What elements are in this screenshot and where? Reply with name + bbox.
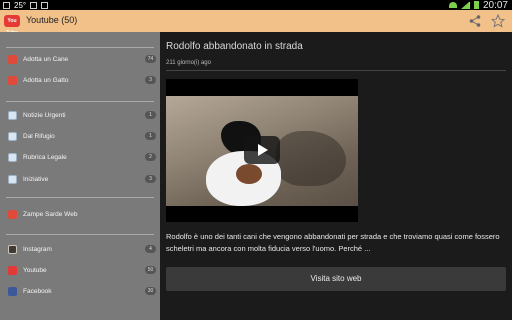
play-button[interactable] — [244, 136, 280, 164]
sidebar-item-label: Iniziative — [23, 175, 49, 183]
document-icon — [8, 174, 17, 184]
weather-icon — [30, 1, 38, 9]
document-icon — [8, 152, 17, 162]
sidebar-item-label: Rubrica Legale — [23, 153, 67, 161]
sidebar-item-facebook[interactable]: Facebook 30 — [6, 284, 156, 298]
post-detail: Rodolfo abbandonato in strada 211 giorno… — [160, 32, 512, 320]
count-badge: 1 — [145, 111, 156, 119]
count-badge: 1 — [145, 132, 156, 140]
sidebar-divider — [6, 101, 154, 102]
sidebar-item-adotta-cane[interactable]: Adotta un Cane 74 — [6, 52, 156, 66]
post-title: Rodolfo abbandonato in strada — [166, 41, 303, 52]
dog-spot — [236, 164, 262, 184]
document-icon — [8, 110, 17, 120]
youtube-icon — [8, 265, 17, 275]
sidebar-divider — [6, 234, 154, 235]
sidebar-item-label: Dal Rifugio — [23, 132, 55, 140]
sidebar-divider — [6, 197, 154, 198]
count-badge: 4 — [145, 245, 156, 253]
sidebar-item-zampe-sarde-web[interactable]: Zampe Sarde Web — [6, 207, 156, 221]
app-title: Youtube (50) — [26, 15, 78, 25]
sidebar-item-rubrica-legale[interactable]: Rubrica Legale 2 — [6, 150, 156, 164]
clock: 20:07 — [482, 0, 508, 11]
count-badge: 3 — [145, 76, 156, 84]
sidebar-item-label: Adotta un Cane — [23, 55, 69, 63]
battery-icon — [473, 1, 479, 9]
signal-icon — [460, 1, 470, 9]
count-badge: 30 — [145, 287, 156, 295]
sidebar-item-adotta-gatto[interactable]: Adotta un Gatto 3 — [6, 73, 156, 87]
sidebar-item-label: Zampe Sarde Web — [23, 210, 78, 218]
sidebar-item-label: Youtube — [23, 266, 47, 274]
status-bar: 25° 20:07 — [0, 0, 512, 11]
sidebar-item-label: Facebook — [23, 287, 52, 295]
sidebar-item-label: Instagram — [23, 245, 52, 253]
count-badge: 3 — [145, 175, 156, 183]
sidebar-item-label: Notizie Urgenti — [23, 111, 66, 119]
post-date: 211 giorno(i) ago — [166, 60, 211, 66]
share-icon[interactable] — [468, 14, 482, 28]
post-description: Rodolfo è uno dei tanti cani che vengono… — [166, 232, 500, 253]
app-icon[interactable]: You Tube — [2, 11, 22, 36]
sidebar-item-instagram[interactable]: Instagram 4 — [6, 242, 156, 256]
sidebar-item-label: Adotta un Gatto — [23, 76, 69, 84]
action-bar: You Tube Youtube (50) — [0, 10, 512, 36]
download-done-icon — [41, 1, 49, 9]
cat-icon — [8, 75, 17, 85]
visit-website-button[interactable]: Visita sito web — [166, 267, 506, 291]
document-icon — [8, 131, 17, 141]
paw-icon — [8, 209, 17, 219]
instagram-icon — [8, 244, 17, 254]
image-notification-icon — [3, 1, 10, 9]
sidebar-item-notizie-urgenti[interactable]: Notizie Urgenti 1 — [6, 108, 156, 122]
temperature: 25° — [14, 0, 27, 10]
sidebar-item-dal-rifugio[interactable]: Dal Rifugio 1 — [6, 129, 156, 143]
sidebar-item-iniziative[interactable]: Iniziative 3 — [6, 172, 156, 186]
facebook-icon — [8, 286, 17, 296]
video-player[interactable] — [166, 79, 358, 222]
star-icon[interactable] — [491, 14, 505, 28]
dog-icon — [8, 54, 17, 64]
divider — [166, 70, 506, 71]
play-icon — [258, 144, 268, 156]
count-badge: 2 — [145, 153, 156, 161]
dog-shadow — [276, 131, 346, 186]
youtube-logo-icon: You Tube — [4, 15, 20, 36]
sidebar: Adotta un Cane 74 Adotta un Gatto 3 Noti… — [0, 32, 160, 320]
wifi-icon — [448, 2, 457, 8]
sidebar-item-youtube[interactable]: Youtube 50 — [6, 263, 156, 277]
count-badge: 50 — [145, 266, 156, 274]
sidebar-divider — [6, 47, 154, 48]
count-badge: 74 — [145, 55, 156, 63]
